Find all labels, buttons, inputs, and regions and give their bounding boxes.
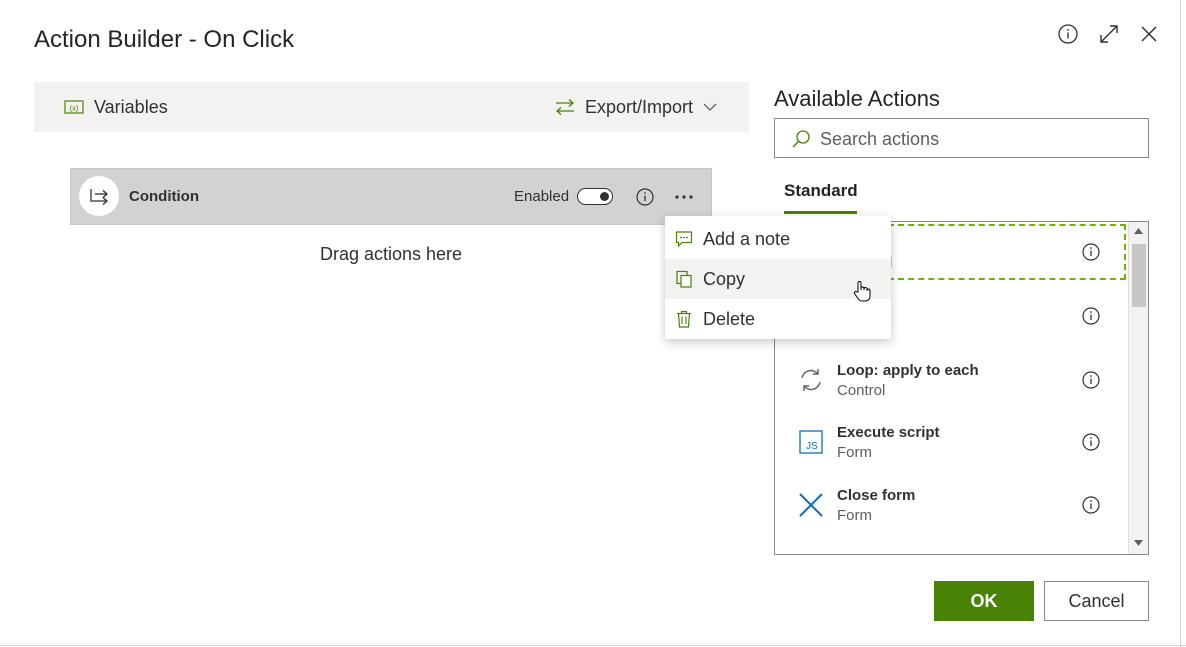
close-icon[interactable] — [1138, 23, 1160, 45]
variables-label: Variables — [94, 96, 168, 117]
tab-standard[interactable]: Standard — [784, 181, 858, 201]
copy-icon — [675, 270, 693, 288]
condition-icon — [79, 176, 119, 216]
more-options-icon[interactable] — [673, 186, 695, 206]
menu-item-label: Copy — [703, 268, 746, 289]
action-name: Execute script — [837, 424, 940, 441]
svg-text:(x): (x) — [70, 104, 79, 113]
loop-icon — [797, 366, 825, 394]
scroll-up-icon[interactable] — [1134, 228, 1143, 234]
info-icon[interactable] — [1081, 370, 1101, 390]
action-item-execute-script[interactable]: JS Execute script Form — [775, 420, 1127, 482]
toggle-knob — [600, 192, 609, 201]
search-placeholder: Search actions — [820, 129, 940, 149]
action-category: Form — [837, 507, 872, 524]
delete-icon — [675, 310, 693, 328]
variables-button[interactable]: (x) Variables — [64, 82, 168, 132]
info-icon[interactable] — [1081, 306, 1101, 326]
scroll-down-icon[interactable] — [1134, 540, 1143, 546]
swap-arrows-icon — [555, 98, 575, 116]
action-category: Form — [837, 444, 872, 461]
info-icon[interactable] — [1081, 432, 1101, 452]
action-item-close-form[interactable]: Close form Form — [775, 483, 1127, 545]
ok-button[interactable]: OK — [934, 581, 1034, 621]
menu-item-add-note[interactable]: Add a note — [665, 219, 891, 259]
menu-item-copy[interactable]: Copy — [665, 259, 891, 302]
action-name: Close form — [837, 487, 916, 504]
window-border-bottom — [0, 645, 1186, 646]
js-icon: JS — [797, 428, 825, 456]
export-import-button[interactable]: Export/Import — [555, 82, 717, 132]
list-scrollbar[interactable] — [1128, 222, 1148, 554]
condition-action-block[interactable]: Condition Enabled — [70, 168, 712, 225]
drop-zone-hint: Drag actions here — [319, 244, 463, 264]
menu-item-label: Add a note — [703, 228, 791, 249]
cancel-button[interactable]: Cancel — [1044, 581, 1149, 621]
action-item-loop[interactable]: Loop: apply to each Control — [775, 358, 1127, 420]
info-icon[interactable] — [1081, 242, 1101, 262]
available-actions-title: Available Actions — [774, 86, 940, 111]
search-icon — [791, 129, 811, 149]
condition-info-icon[interactable] — [635, 187, 655, 207]
condition-label: Condition — [129, 188, 199, 205]
menu-item-label: Delete — [703, 308, 756, 329]
chevron-down-icon — [703, 102, 717, 112]
action-name: Loop: apply to each — [837, 362, 979, 379]
enabled-label: Enabled — [514, 188, 570, 205]
builder-toolbar: (x) Variables Export/Import — [34, 82, 749, 132]
expand-icon[interactable] — [1098, 23, 1120, 45]
tab-underline — [784, 211, 857, 214]
enabled-toggle[interactable] — [577, 188, 613, 205]
note-icon — [675, 230, 693, 248]
info-icon[interactable] — [1081, 495, 1101, 515]
close-form-icon — [797, 491, 825, 519]
variables-icon: (x) — [64, 99, 84, 115]
scroll-thumb[interactable] — [1132, 244, 1146, 307]
menu-item-delete[interactable]: Delete — [665, 299, 891, 339]
export-import-label: Export/Import — [585, 96, 694, 117]
context-menu: Add a note Copy Delete — [665, 216, 891, 339]
action-category: Control — [837, 382, 886, 399]
svg-text:JS: JS — [806, 441, 818, 452]
dialog-title: Action Builder - On Click — [34, 26, 295, 53]
info-icon[interactable] — [1057, 23, 1079, 45]
search-input[interactable]: Search actions — [774, 118, 1149, 158]
window-border-right — [1180, 0, 1181, 647]
